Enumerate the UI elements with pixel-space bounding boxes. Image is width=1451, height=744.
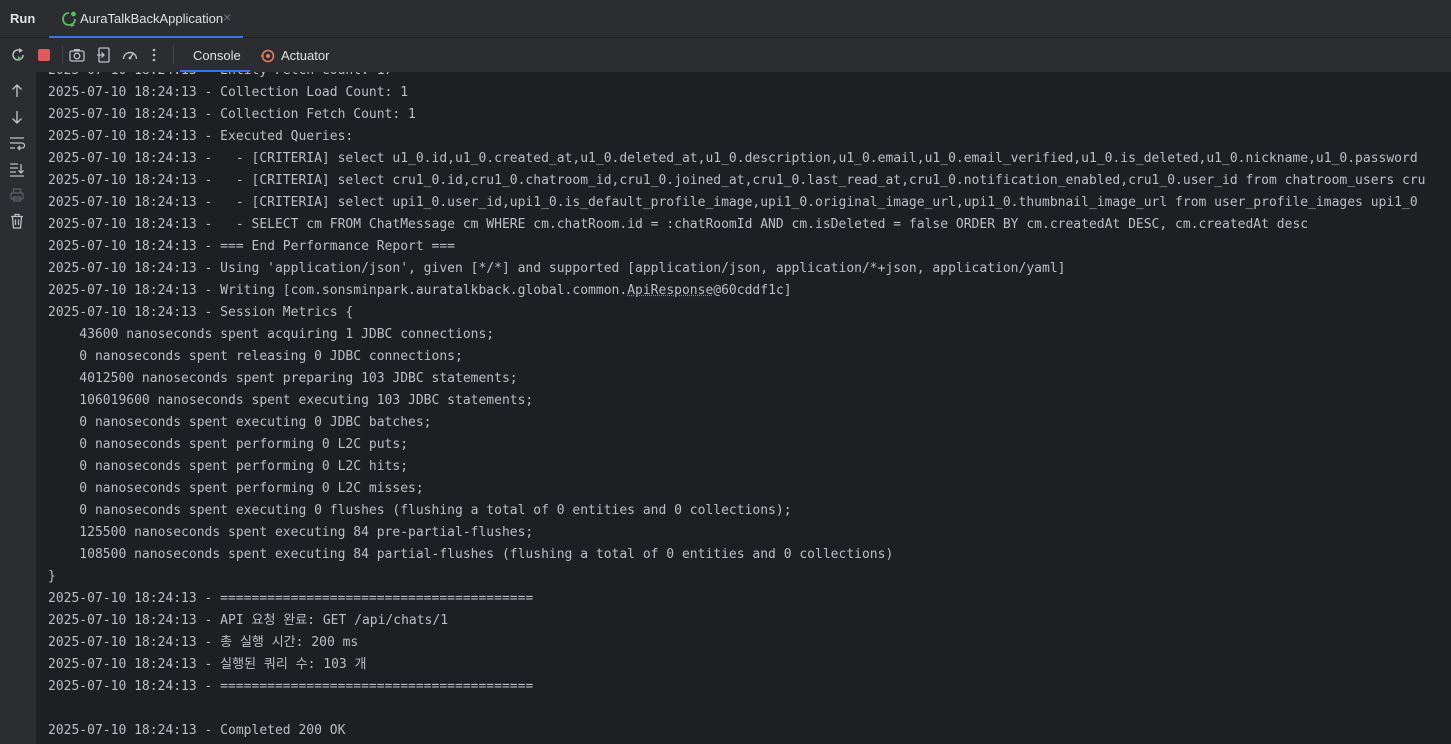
spring-boot-icon	[62, 11, 76, 27]
console-lines: 2025-07-10 18:24:13 - Entity Fetch Count…	[48, 72, 1426, 742]
console-line: }	[48, 569, 56, 584]
api-response-link[interactable]: ApiResponse	[627, 283, 713, 298]
console-line: 2025-07-10 18:24:13 - - SELECT cm FROM C…	[48, 217, 1309, 232]
console-output[interactable]: 2025-07-10 18:24:13 - Entity Fetch Count…	[36, 72, 1451, 744]
console-line: 2025-07-10 18:24:13 - Completed 200 OK	[48, 723, 346, 738]
console-line: 2025-07-10 18:24:13 - 실행된 쿼리 수: 103 개	[48, 657, 367, 672]
console-line: 108500 nanoseconds spent executing 84 pa…	[48, 547, 894, 562]
stop-icon[interactable]	[35, 46, 53, 64]
console-line: 2025-07-10 18:24:13 - API 요청 완료: GET /ap…	[48, 613, 449, 628]
tab-console-label: Console	[193, 48, 241, 63]
actuator-icon	[261, 49, 275, 63]
console-line: 43600 nanoseconds spent acquiring 1 JDBC…	[48, 327, 495, 342]
tab-actuator[interactable]: Actuator	[258, 38, 348, 72]
console-line: 0 nanoseconds spent executing 0 JDBC bat…	[48, 415, 432, 430]
console-line: 2025-07-10 18:24:13 - ==================…	[48, 591, 534, 606]
console-line: 4012500 nanoseconds spent preparing 103 …	[48, 371, 518, 386]
arrow-up-icon[interactable]	[8, 82, 26, 100]
console-line: 0 nanoseconds spent performing 0 L2C put…	[48, 437, 409, 452]
writing-prefix: 2025-07-10 18:24:13 - Writing [com.sonsm…	[48, 283, 628, 298]
console-line-writing: 2025-07-10 18:24:13 - Writing [com.sonsm…	[48, 280, 1426, 302]
run-panel-title: Run	[10, 11, 36, 26]
print-icon	[10, 188, 24, 202]
soft-wrap-icon[interactable]	[8, 134, 26, 152]
console-line: 2025-07-10 18:24:13 - Collection Fetch C…	[48, 107, 416, 122]
tab-actuator-label: Actuator	[281, 48, 330, 63]
run-configuration-tab[interactable]: AuraTalkBackApplication ×	[49, 0, 243, 38]
tab-console[interactable]: Console	[180, 38, 250, 72]
console-side-toolbar	[0, 72, 36, 744]
console-line: 0 nanoseconds spent executing 0 flushes …	[48, 503, 792, 518]
gauge-icon[interactable]	[121, 46, 139, 64]
console-line: 2025-07-10 18:24:13 - Session Metrics {	[48, 305, 354, 320]
run-toolbar: Console Actuator	[0, 38, 1451, 72]
console-line: 2025-07-10 18:24:13 - ==================…	[48, 679, 534, 694]
toolbar-separator	[62, 46, 63, 64]
rerun-icon[interactable]	[9, 46, 27, 64]
trash-icon[interactable]	[8, 212, 26, 230]
console-line: 2025-07-10 18:24:13 - - [CRITERIA] selec…	[48, 195, 1418, 210]
arrow-down-icon[interactable]	[8, 108, 26, 126]
console-line: 2025-07-10 18:24:13 - Collection Load Co…	[48, 85, 409, 100]
exit-icon[interactable]	[95, 46, 113, 64]
console-line: 2025-07-10 18:24:13 - - [CRITERIA] selec…	[48, 173, 1426, 188]
more-options-icon[interactable]	[145, 46, 163, 64]
console-line: 2025-07-10 18:24:13 - 총 실행 시간: 200 ms	[48, 635, 359, 650]
console-line: 106019600 nanoseconds spent executing 10…	[48, 393, 534, 408]
console-line: 0 nanoseconds spent releasing 0 JDBC con…	[48, 349, 463, 364]
run-tool-window-header: Run AuraTalkBackApplication ×	[0, 0, 1451, 38]
console-line: 0 nanoseconds spent performing 0 L2C hit…	[48, 459, 409, 474]
run-tab-title: AuraTalkBackApplication	[80, 11, 224, 26]
console-line: 125500 nanoseconds spent executing 84 pr…	[48, 525, 534, 540]
console-line: 2025-07-10 18:24:13 - Entity Fetch Count…	[48, 72, 1426, 82]
scroll-to-end-icon[interactable]	[8, 160, 26, 178]
console-line: 2025-07-10 18:24:13 - === End Performanc…	[48, 239, 455, 254]
console-line: 0 nanoseconds spent performing 0 L2C mis…	[48, 481, 424, 496]
console-line: 2025-07-10 18:24:13 - - [CRITERIA] selec…	[48, 151, 1418, 166]
close-tab-icon[interactable]: ×	[223, 9, 231, 25]
writing-suffix: @60cddf1c]	[713, 283, 792, 298]
toolbar-separator	[173, 46, 174, 64]
console-line: 2025-07-10 18:24:13 - Using 'application…	[48, 261, 1066, 276]
camera-icon[interactable]	[68, 46, 86, 64]
console-line: 2025-07-10 18:24:13 - Executed Queries:	[48, 129, 354, 144]
